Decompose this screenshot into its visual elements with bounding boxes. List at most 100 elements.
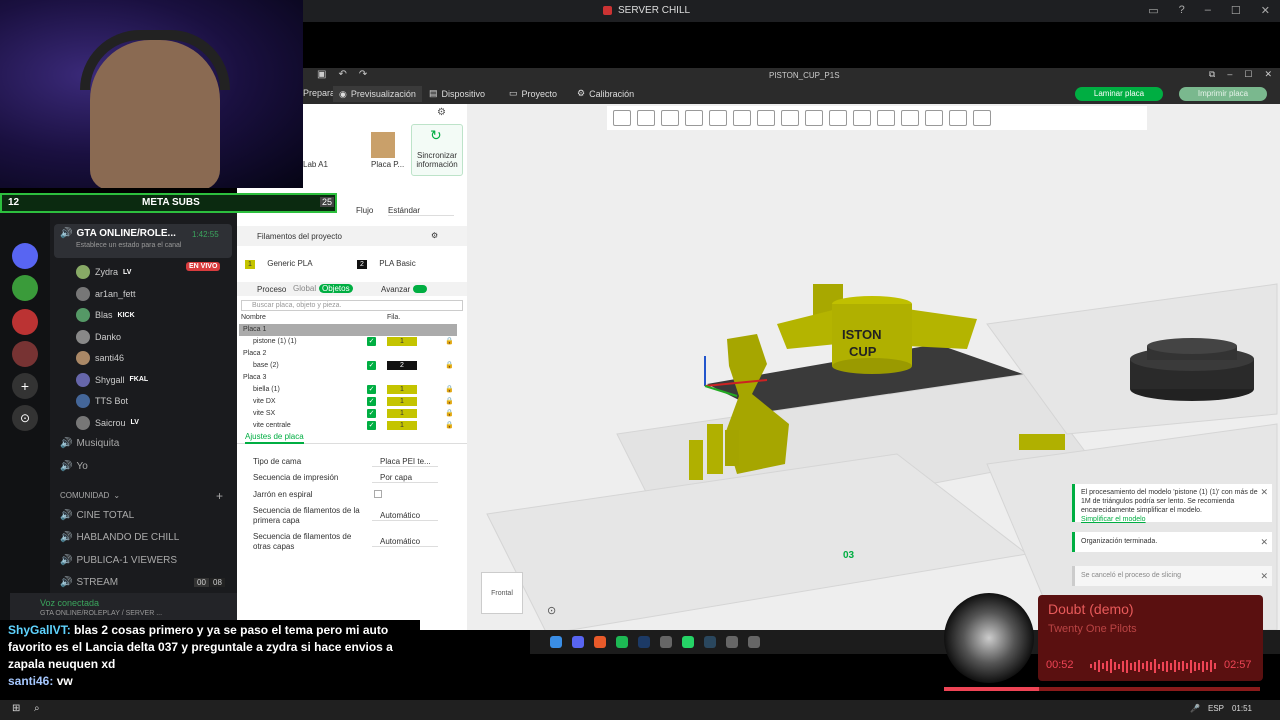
channel-publica[interactable]: 🔊 PUBLICA-1 VIEWERS (60, 555, 177, 566)
arrange-icon[interactable] (685, 110, 703, 126)
filament-swatch[interactable]: 1 (387, 409, 417, 418)
tree-object[interactable]: pistone (1) (1) ✓ 1 🔒 (239, 336, 457, 348)
voice-user[interactable]: Danko (76, 329, 126, 344)
scale-icon[interactable] (781, 110, 799, 126)
brave-icon[interactable] (594, 636, 606, 648)
seam-paint-icon[interactable] (877, 110, 895, 126)
voice-channel-gta[interactable]: 🔊 GTA ONLINE/ROLE... (60, 228, 176, 239)
voice-user[interactable]: ar1an_fett (76, 286, 141, 301)
search-icon[interactable]: ⌕ (34, 703, 40, 714)
filament-swatch[interactable]: 1 (387, 337, 417, 346)
close-icon[interactable]: ✕ (1260, 536, 1268, 548)
inbox-icon[interactable]: ▭ (1148, 4, 1158, 17)
language[interactable]: ESP (1208, 704, 1224, 713)
lock-icon[interactable]: 🔒 (445, 408, 454, 420)
visible-checkbox[interactable]: ✓ (367, 421, 376, 430)
spotify-icon[interactable] (616, 636, 628, 648)
cut-icon[interactable] (829, 110, 847, 126)
tree-object[interactable]: vite DX ✓ 1 🔒 (239, 396, 457, 408)
visible-checkbox[interactable]: ✓ (367, 409, 376, 418)
orient-icon[interactable] (661, 110, 679, 126)
lay-on-face-icon[interactable] (805, 110, 823, 126)
channel-status[interactable]: Establece un estado para el canal (76, 242, 181, 249)
zoom-fit-icon[interactable]: ⊙ (547, 604, 556, 617)
filament-swatch[interactable]: 1 (387, 421, 417, 430)
save-icon[interactable]: ▣ (317, 69, 326, 80)
tab-calibracion[interactable]: ⚙ Calibración (577, 88, 634, 99)
plate-thumbnail[interactable] (371, 132, 395, 158)
tree-plate[interactable]: Placa 1 (239, 324, 457, 336)
app-icon[interactable] (748, 636, 760, 648)
server-icon[interactable] (12, 309, 38, 335)
mic-icon[interactable]: 🎤 (1190, 704, 1200, 713)
channel-cine-total[interactable]: 🔊 CINE TOTAL (60, 510, 134, 521)
support-paint-icon[interactable] (853, 110, 871, 126)
measure-icon[interactable] (925, 110, 943, 126)
tree-object[interactable]: vite SX ✓ 1 🔒 (239, 408, 457, 420)
visible-checkbox[interactable]: ✓ (367, 385, 376, 394)
visible-checkbox[interactable]: ✓ (367, 361, 376, 370)
close-icon[interactable]: ✕ (1260, 570, 1268, 582)
close-icon[interactable]: ✕ (1261, 4, 1270, 17)
explore-icon[interactable]: ⊙ (12, 405, 38, 431)
view-cube[interactable]: Frontal (481, 572, 523, 614)
print-plate-button[interactable]: Imprimir placa (1179, 87, 1267, 101)
lock-icon[interactable]: 🔒 (445, 384, 454, 396)
maximize-icon[interactable]: ☐ (1244, 69, 1252, 80)
maximize-icon[interactable]: ☐ (1231, 4, 1241, 17)
voice-user[interactable]: Zydra LV (76, 265, 131, 279)
voice-user[interactable]: Shygall FKAL (76, 372, 148, 387)
sync-button[interactable]: ↻ Sincronizar información (411, 124, 463, 176)
app-icon[interactable] (726, 636, 738, 648)
discord-icon[interactable] (572, 636, 584, 648)
server-icon[interactable] (12, 243, 38, 269)
lock-icon[interactable]: 🔒 (445, 336, 454, 348)
filament-1[interactable]: 1 Generic PLA (245, 259, 313, 269)
add-icon[interactable] (613, 110, 631, 126)
close-icon[interactable]: ✕ (1264, 69, 1272, 80)
setting-sequence-select[interactable]: Por capa (372, 473, 438, 483)
setting-bed-type-select[interactable]: Placa PEI te... (372, 457, 438, 467)
lock-icon[interactable]: 🔒 (445, 360, 454, 372)
text-icon[interactable] (901, 110, 919, 126)
tree-plate[interactable]: Placa 3 (239, 372, 457, 384)
layers-icon[interactable] (709, 110, 727, 126)
redo-icon[interactable]: ↷ (359, 69, 367, 80)
tree-object[interactable]: base (2) ✓ 2 🔒 (239, 360, 457, 372)
flow-select[interactable]: Estándar (388, 206, 454, 216)
assembly-icon[interactable] (949, 110, 967, 126)
tree-object[interactable]: biella (1) ✓ 1 🔒 (239, 384, 457, 396)
filament-swatch[interactable]: 1 (387, 397, 417, 406)
voice-user[interactable]: TTS Bot (76, 394, 133, 408)
filament-settings-icon[interactable]: ⚙ (431, 231, 438, 240)
whatsapp-icon[interactable] (682, 636, 694, 648)
voice-channel-path[interactable]: GTA ONLINE/ROLEPLAY / SERVER ... (40, 610, 162, 617)
close-icon[interactable]: ✕ (1260, 488, 1268, 497)
settings-icon[interactable]: ⚙ (437, 107, 446, 118)
steam-icon[interactable] (704, 636, 716, 648)
tab-previsualizacion[interactable]: ◉ Previsualización (333, 86, 422, 102)
slice-plate-button[interactable]: Laminar placa (1075, 87, 1163, 101)
tab-dispositivo[interactable]: ▤ Dispositivo (429, 88, 485, 99)
undo-icon[interactable]: ↶ (338, 69, 346, 80)
process-objects-toggle[interactable]: Objetos (319, 284, 353, 293)
filament-swatch[interactable]: 1 (387, 385, 417, 394)
setting-spiral-checkbox[interactable] (374, 490, 382, 498)
simplify-link[interactable]: Simplificar el modelo (1081, 516, 1146, 523)
tab-proyecto[interactable]: ▭ Proyecto (509, 88, 557, 99)
plate-label[interactable]: Placa P... (371, 160, 404, 169)
minimize-icon[interactable]: – (1227, 69, 1232, 80)
view-icon[interactable] (973, 110, 991, 126)
advanced-switch[interactable] (413, 285, 427, 293)
rotate-icon[interactable] (757, 110, 775, 126)
move-icon[interactable] (733, 110, 751, 126)
server-icon[interactable] (12, 275, 38, 301)
process-global-toggle[interactable]: Global (293, 284, 316, 293)
setting-first-layer-select[interactable]: Automático (372, 511, 438, 521)
help-icon[interactable]: ? (1179, 4, 1185, 17)
visible-checkbox[interactable]: ✓ (367, 337, 376, 346)
server-icon[interactable] (12, 341, 38, 367)
voice-user[interactable]: Saicrou LV (76, 415, 139, 430)
advanced-toggle[interactable]: Avanzar (381, 285, 410, 294)
photoshop-icon[interactable] (638, 636, 650, 648)
